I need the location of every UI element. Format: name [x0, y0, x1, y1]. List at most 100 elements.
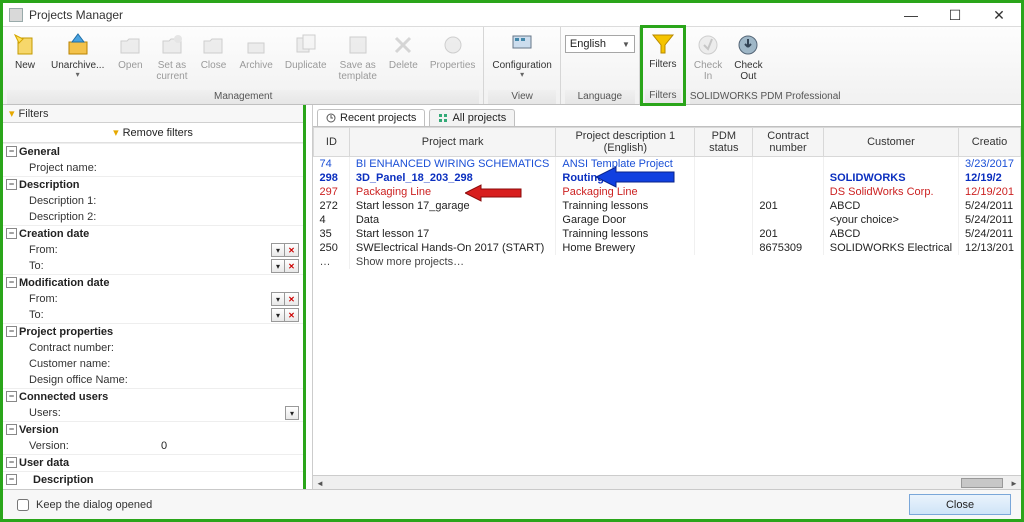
- table-row[interactable]: 272Start lesson 17_garageTrainning lesso…: [314, 199, 1021, 213]
- mod-to-dropdown[interactable]: ▾: [271, 308, 285, 322]
- table-row[interactable]: 35Start lesson 17Trainning lessons201ABC…: [314, 227, 1021, 241]
- keep-open-label: Keep the dialog opened: [36, 499, 152, 511]
- configuration-icon: [508, 31, 536, 59]
- section-version[interactable]: Version: [3, 421, 303, 438]
- table-row[interactable]: 2983D_Panel_18_203_298Routing WiresSOLID…: [314, 171, 1021, 185]
- tab-all[interactable]: All projects: [429, 109, 515, 126]
- col-customer[interactable]: Customer: [823, 128, 958, 157]
- section-creation-date[interactable]: Creation date: [3, 225, 303, 242]
- section-description[interactable]: Description: [3, 176, 303, 193]
- table-cell: 35: [314, 227, 350, 241]
- table-cell: [695, 157, 753, 172]
- table-cell: [695, 213, 753, 227]
- delete-button[interactable]: Delete: [385, 29, 422, 90]
- scroll-thumb[interactable]: [961, 478, 1003, 488]
- section-general[interactable]: General: [3, 143, 303, 160]
- scroll-left-arrow[interactable]: ◄: [313, 476, 327, 490]
- delete-label: Delete: [389, 60, 418, 71]
- keep-open-input[interactable]: [17, 499, 29, 511]
- table-cell: 272: [314, 199, 350, 213]
- row-creation-to: To:▾✕: [3, 258, 303, 274]
- ribbon-group-filters: Filters Filters: [640, 25, 686, 106]
- close-button[interactable]: Close: [909, 494, 1011, 515]
- close-window-button[interactable]: ✕: [977, 3, 1021, 27]
- col-id[interactable]: ID: [314, 128, 350, 157]
- row-creation-from: From:▾✕: [3, 242, 303, 258]
- row-design-office: Design office Name:: [3, 372, 303, 388]
- table-cell: 5/24/2011: [959, 213, 1021, 227]
- minimize-button[interactable]: —: [889, 3, 933, 27]
- col-pdm[interactable]: PDM status: [695, 128, 753, 157]
- filters-group-label: Filters: [645, 89, 681, 103]
- open-button[interactable]: Open: [112, 29, 148, 90]
- section-project-properties[interactable]: Project properties: [3, 323, 303, 340]
- filters-button[interactable]: Filters: [645, 28, 681, 89]
- window-buttons: — ☐ ✕: [889, 3, 1021, 26]
- tab-recent[interactable]: Recent projects: [317, 109, 425, 126]
- body: ▾ Filters ▾ Remove filters General Proje…: [3, 105, 1021, 489]
- mod-from-dropdown[interactable]: ▾: [271, 292, 285, 306]
- check-in-button[interactable]: Check In: [690, 29, 726, 90]
- title-bar: Projects Manager — ☐ ✕: [3, 3, 1021, 27]
- mod-from-clear[interactable]: ✕: [285, 292, 299, 306]
- filters-tree[interactable]: General Project name: Description Descri…: [3, 143, 303, 489]
- table-cell: 12/19/201: [959, 185, 1021, 199]
- set-as-current-button[interactable]: Set as current: [152, 29, 191, 90]
- maximize-button[interactable]: ☐: [933, 3, 977, 27]
- table-cell: [753, 157, 823, 172]
- table-header-row: ID Project mark Project description 1 (E…: [314, 128, 1021, 157]
- configuration-button[interactable]: Configuration ▾: [488, 29, 555, 90]
- col-contract[interactable]: Contract number: [753, 128, 823, 157]
- table-cell: 74: [314, 157, 350, 172]
- table-cell: Data: [349, 213, 556, 227]
- date-from-clear[interactable]: ✕: [285, 243, 299, 257]
- duplicate-button[interactable]: Duplicate: [281, 29, 331, 90]
- scroll-right-arrow[interactable]: ►: [1007, 476, 1021, 490]
- unarchive-button[interactable]: Unarchive... ▾: [47, 29, 108, 90]
- horizontal-scrollbar[interactable]: ◄ ►: [313, 475, 1021, 489]
- archive-button[interactable]: Archive: [235, 29, 276, 90]
- view-group-label: View: [488, 90, 555, 104]
- table-cell: Trainning lessons: [556, 227, 695, 241]
- archive-label: Archive: [239, 60, 272, 71]
- version-value[interactable]: 0: [151, 440, 299, 452]
- unarchive-icon: [64, 31, 92, 59]
- table-cell: 12/19/2: [959, 171, 1021, 185]
- duplicate-label: Duplicate: [285, 60, 327, 71]
- projects-grid[interactable]: ID Project mark Project description 1 (E…: [313, 127, 1021, 475]
- keep-open-checkbox[interactable]: Keep the dialog opened: [13, 496, 152, 514]
- table-cell: Garage Door: [556, 213, 695, 227]
- date-to-dropdown[interactable]: ▾: [271, 259, 285, 273]
- table-row[interactable]: 297Packaging LinePackaging LineDS SolidW…: [314, 185, 1021, 199]
- section-connected-users[interactable]: Connected users: [3, 388, 303, 405]
- table-row[interactable]: 250SWElectrical Hands-On 2017 (START)Hom…: [314, 241, 1021, 255]
- table-cell: [753, 171, 823, 185]
- table-cell: 250: [314, 241, 350, 255]
- language-select[interactable]: English: [565, 35, 635, 53]
- show-more-link[interactable]: Show more projects…: [349, 255, 1020, 269]
- properties-button[interactable]: Properties: [426, 29, 480, 90]
- mod-to-clear[interactable]: ✕: [285, 308, 299, 322]
- configuration-caret-icon: ▾: [520, 70, 524, 79]
- col-mark[interactable]: Project mark: [349, 128, 556, 157]
- table-cell: 5/24/2011: [959, 227, 1021, 241]
- table-cell: Packaging Line: [349, 185, 556, 199]
- section-modification-date[interactable]: Modification date: [3, 274, 303, 291]
- window-title: Projects Manager: [29, 8, 889, 22]
- remove-filters-button[interactable]: ▾ Remove filters: [3, 123, 303, 143]
- new-button[interactable]: New: [7, 29, 43, 90]
- col-desc[interactable]: Project description 1 (English): [556, 128, 695, 157]
- section-user-data[interactable]: User data: [3, 454, 303, 471]
- table-row[interactable]: 74BI ENHANCED WIRING SCHEMATICSANSI Temp…: [314, 157, 1021, 172]
- table-row[interactable]: 4DataGarage Door<your choice>5/24/2011: [314, 213, 1021, 227]
- section-user-description[interactable]: Description: [3, 471, 303, 488]
- save-template-button[interactable]: Save as template: [335, 29, 381, 90]
- date-from-dropdown[interactable]: ▾: [271, 243, 285, 257]
- close-project-button[interactable]: Close: [195, 29, 231, 90]
- date-to-clear[interactable]: ✕: [285, 259, 299, 273]
- col-creation[interactable]: Creatio: [959, 128, 1021, 157]
- remove-filters-icon: ▾: [113, 126, 119, 139]
- table-cell: ABCD: [823, 199, 958, 213]
- check-out-button[interactable]: Check Out: [730, 29, 766, 90]
- users-dropdown[interactable]: ▾: [285, 406, 299, 420]
